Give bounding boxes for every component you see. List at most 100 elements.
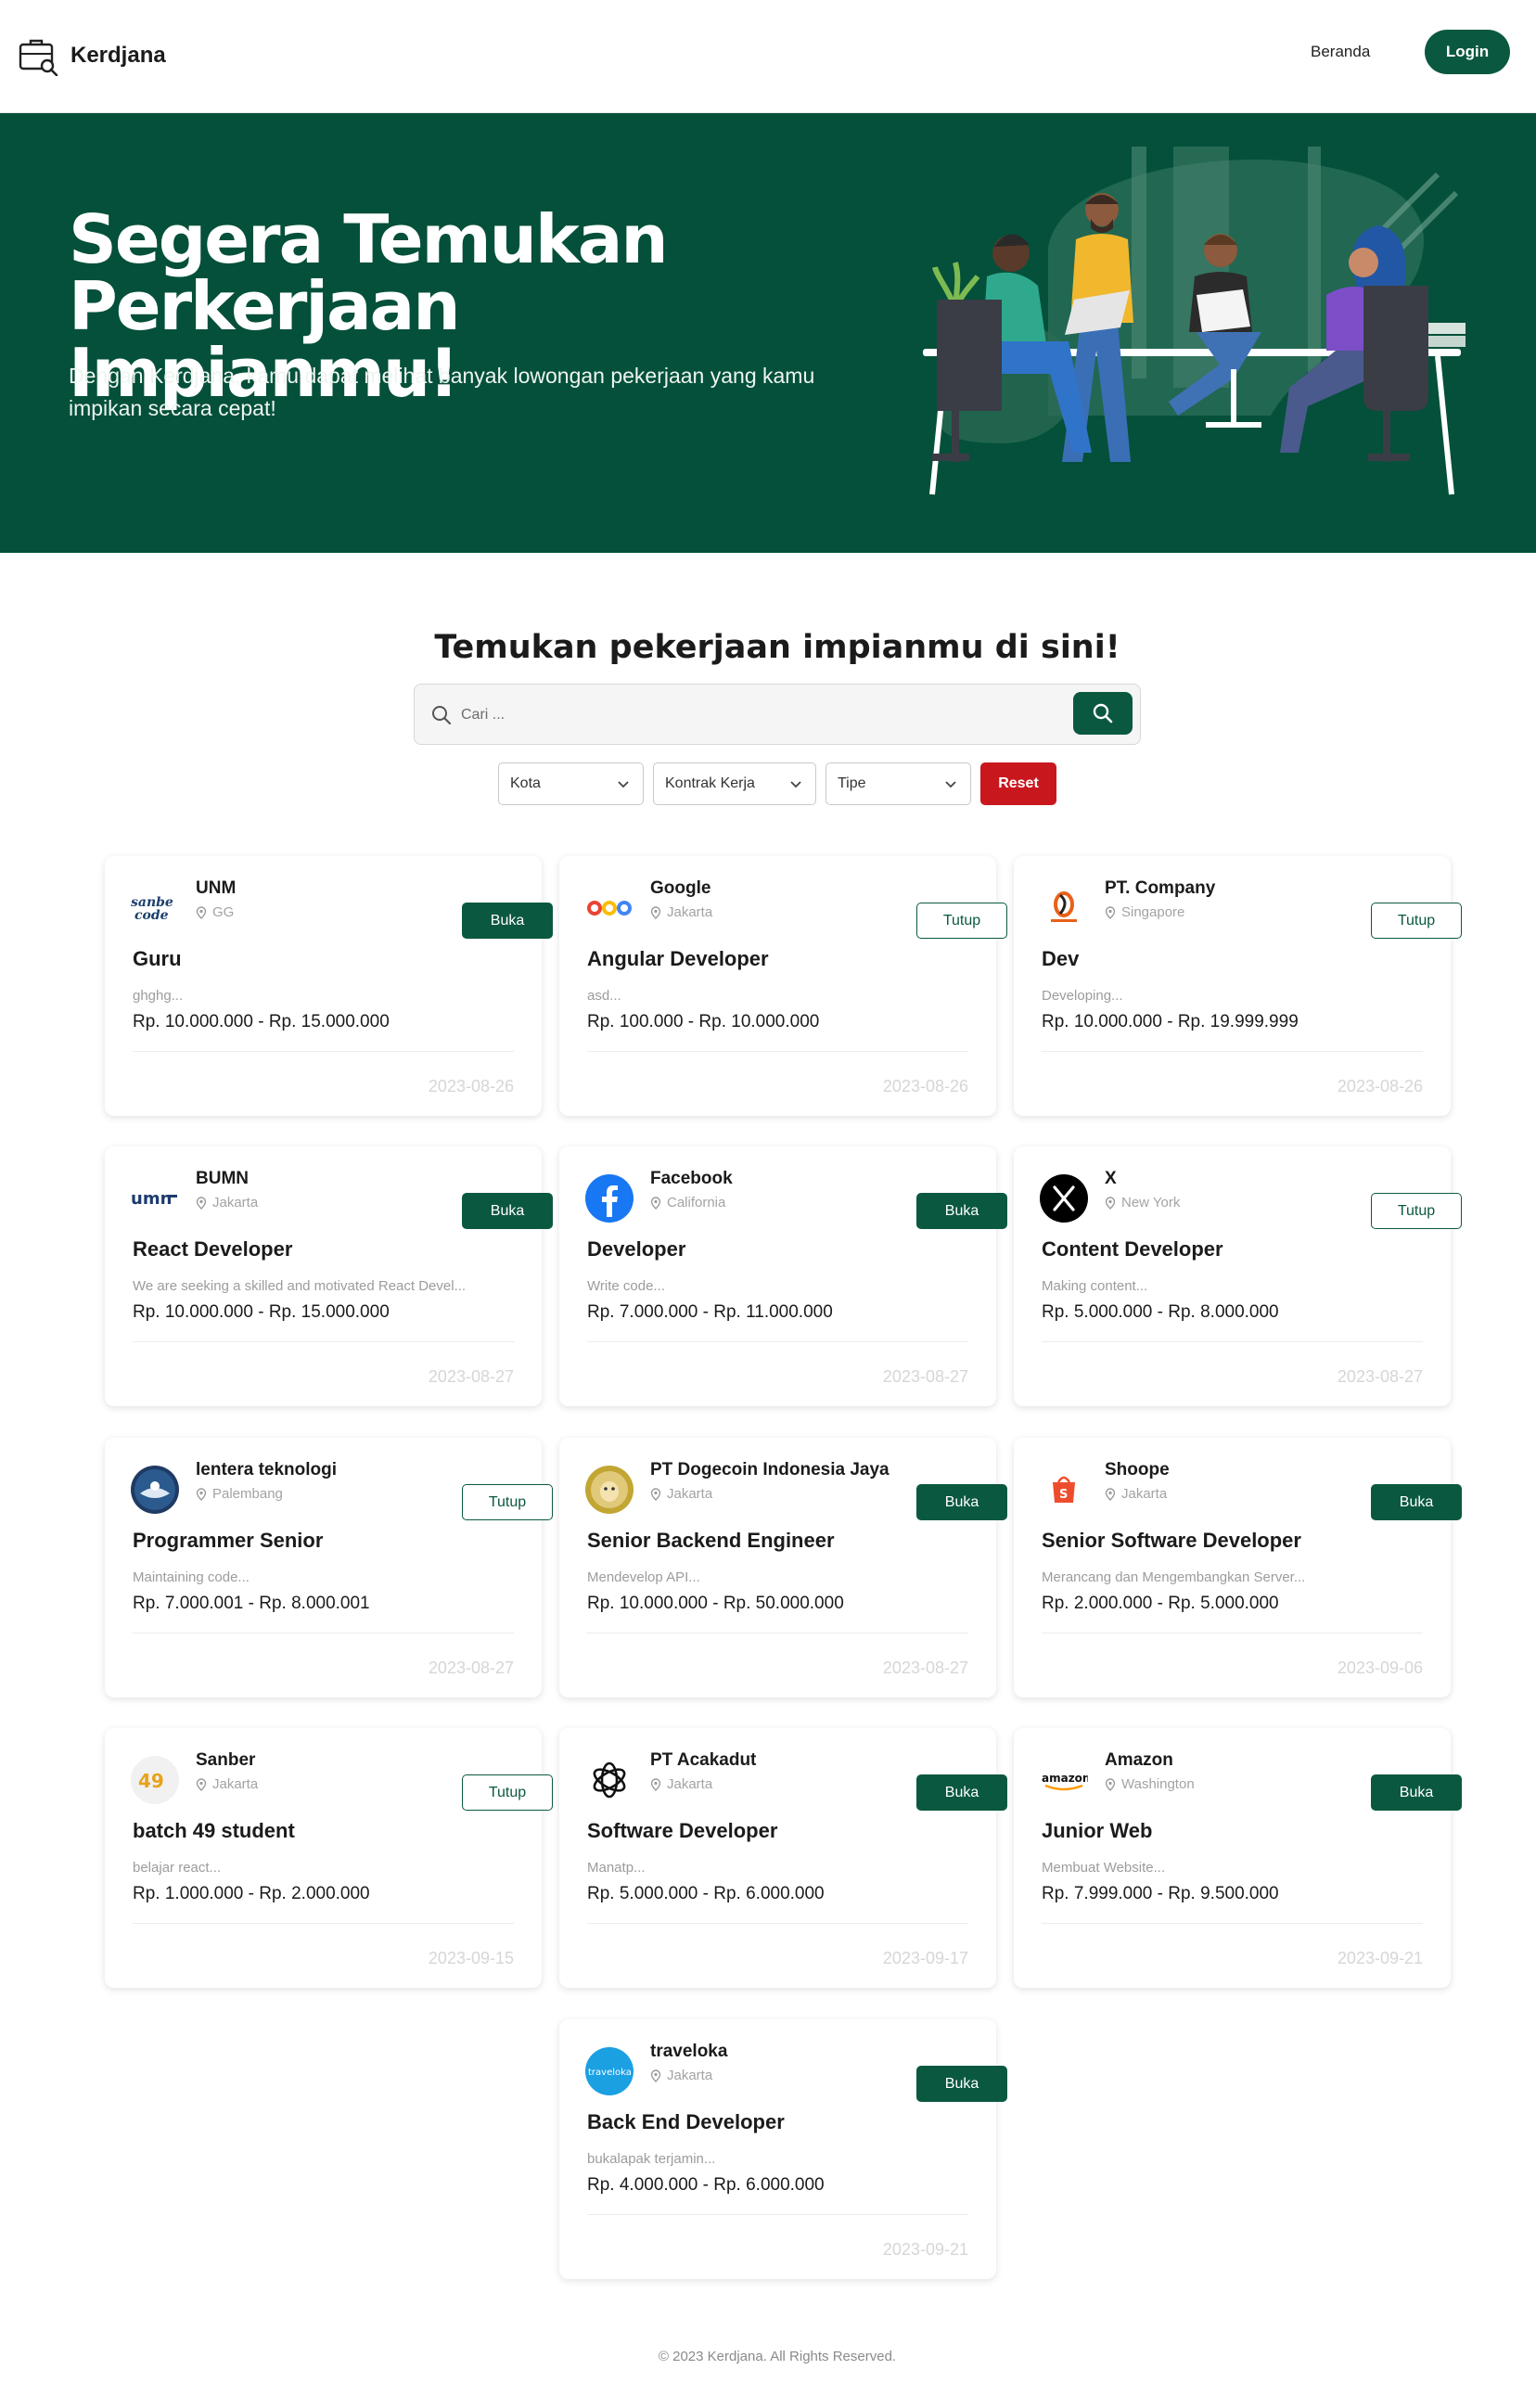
brand[interactable]: Kerdjana (19, 35, 166, 76)
lentera-logo (131, 1466, 179, 1514)
company-name: Facebook (650, 1169, 733, 1188)
login-button[interactable]: Login (1425, 30, 1510, 74)
job-salary: Rp. 7.000.000 - Rp. 11.000.000 (587, 1302, 833, 1322)
hero-banner: Segera Temukan Perkerjaan Impianmu! Deng… (0, 113, 1536, 553)
job-location: Jakarta (196, 1195, 258, 1210)
company-name: PT. Company (1105, 878, 1216, 898)
card-divider (1042, 1341, 1423, 1342)
card-divider (133, 1341, 514, 1342)
job-card[interactable]: PT Acakadut Jakarta Buka Software Develo… (559, 1728, 1007, 1988)
job-card[interactable]: umn BUMN Jakarta Buka React Developer We… (105, 1146, 553, 1406)
svg-text:umn: umn (131, 1189, 172, 1209)
job-status-badge: Buka (916, 1774, 1007, 1811)
filter-type-select[interactable]: Tipe (826, 762, 971, 805)
job-location-text: Jakarta (667, 904, 713, 920)
hero-subtitle: Dengan Kerdjana, kamu dapat melihat bany… (69, 364, 815, 420)
reset-button[interactable]: Reset (980, 762, 1056, 805)
job-title: Dev (1042, 947, 1080, 970)
filter-type-label: Tipe (838, 775, 866, 791)
map-pin-icon (650, 2069, 661, 2082)
section-title: Temukan pekerjaan impianmu di sini! (434, 629, 1120, 666)
card-divider (587, 1051, 968, 1052)
job-date: 2023-08-27 (428, 1367, 514, 1386)
filter-contract-select[interactable]: Kontrak Kerja (653, 762, 816, 805)
job-card[interactable]: lentera teknologi Palembang Tutup Progra… (105, 1438, 553, 1697)
job-status-badge: Buka (916, 1193, 1007, 1229)
job-salary: Rp. 5.000.000 - Rp. 8.000.000 (1042, 1302, 1279, 1322)
job-card[interactable]: X New York Tutup Content Developer Makin… (1014, 1146, 1462, 1406)
job-description: Maintaining code... (133, 1569, 250, 1585)
traveloka-logo: traveloka (585, 2047, 634, 2095)
company-name: Google (650, 878, 711, 898)
svg-text:amazon: amazon (1042, 1772, 1088, 1785)
company-name: PT Acakadut (650, 1750, 757, 1770)
job-card[interactable]: traveloka traveloka Jakarta Buka Back En… (559, 2019, 1007, 2279)
job-salary: Rp. 10.000.000 - Rp. 19.999.999 (1042, 1012, 1299, 1031)
job-card[interactable]: sanbe code UNM GG Buka Guru ghghg... Rp. … (105, 856, 553, 1116)
job-description: Membuat Website... (1042, 1860, 1166, 1876)
job-description: bukalapak terjamin... (587, 2151, 716, 2167)
job-card[interactable]: Google Jakarta Tutup Angular Developer a… (559, 856, 1007, 1116)
search-button[interactable] (1073, 692, 1133, 735)
card-divider (587, 1341, 968, 1342)
filter-city-label: Kota (510, 775, 541, 791)
job-status-badge: Buka (916, 2066, 1007, 2102)
card-divider (1042, 1051, 1423, 1052)
svg-text:code: code (134, 908, 169, 923)
job-location: Singapore (1105, 904, 1184, 920)
job-location: Jakarta (196, 1776, 258, 1792)
sanber49-logo: 49 (131, 1756, 179, 1804)
nav-link-home[interactable]: Beranda (1311, 43, 1370, 61)
job-date: 2023-09-21 (1337, 1949, 1423, 1967)
job-description: asd... (587, 988, 621, 1004)
job-salary: Rp. 10.000.000 - Rp. 15.000.000 (133, 1012, 390, 1031)
job-card[interactable]: 49 Sanber Jakarta Tutup batch 49 student… (105, 1728, 553, 1988)
job-description: Making content... (1042, 1278, 1148, 1294)
map-pin-icon (650, 1777, 661, 1791)
job-card[interactable]: Facebook California Buka Developer Write… (559, 1146, 1007, 1406)
job-date: 2023-09-15 (428, 1949, 514, 1967)
job-card[interactable]: S Shoope Jakarta Buka Senior Software De… (1014, 1438, 1462, 1697)
job-date: 2023-09-21 (882, 2240, 968, 2259)
map-pin-icon (650, 1196, 661, 1210)
job-location-text: Jakarta (212, 1195, 259, 1210)
job-date: 2023-08-27 (882, 1659, 968, 1677)
job-salary: Rp. 7.999.000 - Rp. 9.500.000 (1042, 1884, 1279, 1903)
job-description: Merancang dan Mengembangkan Server... (1042, 1569, 1306, 1585)
company-name: UNM (196, 878, 237, 898)
job-status-badge: Buka (916, 1484, 1007, 1520)
company-name: PT Dogecoin Indonesia Jaya (650, 1460, 890, 1479)
map-pin-icon (196, 1777, 207, 1791)
job-description: Mendevelop API... (587, 1569, 700, 1585)
job-card[interactable]: PT Dogecoin Indonesia Jaya Jakarta Buka … (559, 1438, 1007, 1697)
job-title: Software Developer (587, 1819, 778, 1842)
map-pin-icon (650, 1487, 661, 1501)
map-pin-icon (196, 1196, 207, 1210)
dogecoin-logo (585, 1466, 634, 1514)
filter-city-select[interactable]: Kota (498, 762, 644, 805)
job-location: Jakarta (650, 904, 712, 920)
job-location: Washington (1105, 1776, 1195, 1792)
svg-text:traveloka: traveloka (588, 2068, 632, 2078)
job-title: Senior Backend Engineer (587, 1529, 835, 1552)
umn-logo: umn (131, 1174, 179, 1223)
job-salary: Rp. 5.000.000 - Rp. 6.000.000 (587, 1884, 825, 1903)
map-pin-icon (1105, 905, 1116, 919)
job-location-text: Jakarta (1121, 1486, 1168, 1502)
company-name: lentera teknologi (196, 1460, 338, 1479)
search-input[interactable] (461, 698, 1018, 733)
briefcase-search-icon (19, 39, 58, 76)
job-salary: Rp. 10.000.000 - Rp. 50.000.000 (587, 1594, 844, 1613)
job-date: 2023-08-27 (882, 1367, 968, 1386)
job-title: Guru (133, 947, 182, 970)
shopee-logo: S (1040, 1466, 1088, 1514)
job-location: Jakarta (1105, 1486, 1167, 1502)
svg-text:S: S (1059, 1488, 1068, 1502)
job-description: Write code... (587, 1278, 665, 1294)
map-pin-icon (650, 905, 661, 919)
search-icon (1093, 703, 1113, 724)
job-card[interactable]: PT. Company Singapore Tutup Dev Developi… (1014, 856, 1462, 1116)
openai-logo (585, 1756, 634, 1804)
job-card[interactable]: amazon Amazon Washington Buka Junior Web… (1014, 1728, 1462, 1988)
company-logo (1040, 884, 1088, 932)
